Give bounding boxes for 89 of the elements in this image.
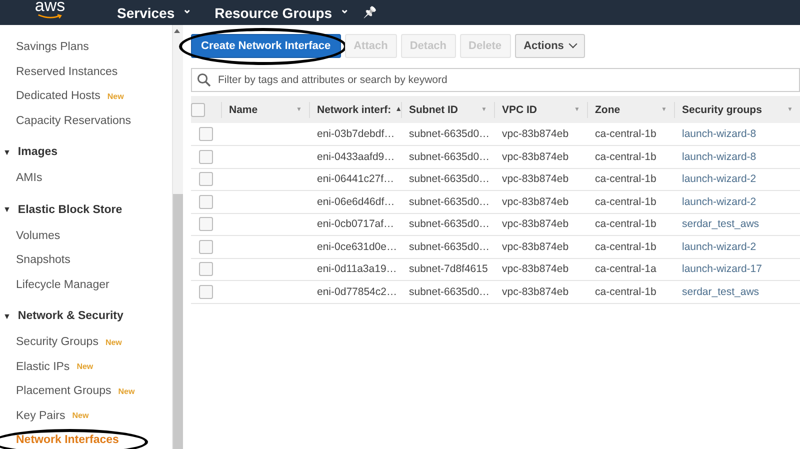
sidebar-item[interactable]: Volumes <box>16 230 60 242</box>
row-checkbox[interactable] <box>199 127 213 141</box>
sidebar-item[interactable]: AMIs <box>16 172 42 184</box>
security-group-link[interactable]: launch-wizard-2 <box>682 240 756 253</box>
sidebar-item[interactable]: Savings Plans <box>16 41 89 54</box>
table-cell: subnet-6635d0… <box>409 128 490 140</box>
column-header[interactable]: VPC ID <box>502 104 538 116</box>
search-field[interactable]: Filter by tags and attributes or search by keyword <box>191 68 800 92</box>
table-cell: vpc-83b874eb <box>502 286 569 298</box>
security-group-link[interactable]: serdar_test_aws <box>682 218 760 230</box>
new-label: New <box>72 411 89 420</box>
sidebar-item[interactable]: Placement Groups <box>16 385 112 398</box>
table-cell: ca-central-1b <box>595 240 656 253</box>
table-cell: ca-central-1b <box>595 173 656 186</box>
table-cell: vpc-83b874eb <box>502 173 569 186</box>
sidebar-item[interactable]: Capacity Reservations <box>16 114 132 127</box>
new-label: New <box>76 362 94 372</box>
nav-menu[interactable]: Resource Groups ⌄ <box>214 4 350 20</box>
table-cell: vpc-83b874eb <box>502 240 569 253</box>
table-cell: ca-central-1b <box>595 150 656 163</box>
table-cell: eni-03b7debdf… <box>317 128 395 140</box>
table-cell: eni-0cb0717af… <box>317 218 394 230</box>
toolbar-button[interactable]: Create Network Interface <box>191 34 341 58</box>
collapse-toggle[interactable]: ▼ <box>3 312 11 320</box>
security-group-link[interactable]: launch-wizard-2 <box>682 173 756 186</box>
table-cell: subnet-6635d0… <box>409 286 490 298</box>
table-cell: ca-central-1b <box>595 128 656 140</box>
sidebar-item[interactable]: Elastic IPs <box>16 360 70 373</box>
table-cell: eni-0d77854c2… <box>317 286 397 298</box>
table-cell: subnet-6635d0… <box>409 173 490 186</box>
table-cell: eni-06441c27f… <box>317 173 394 186</box>
collapse-toggle[interactable]: ▼ <box>3 148 11 156</box>
section-header[interactable]: Network & Security <box>18 310 124 322</box>
actions-button[interactable]: Actions <box>514 34 585 58</box>
aws-logo[interactable]: aws <box>34 0 66 14</box>
row-checkbox[interactable] <box>199 172 213 186</box>
table-cell: subnet-6635d0… <box>409 196 490 208</box>
smile-icon <box>37 14 63 19</box>
table-cell: subnet-6635d0… <box>409 240 490 253</box>
security-group-link[interactable]: serdar_test_aws <box>682 286 760 298</box>
scroll-up-icon[interactable] <box>174 29 180 33</box>
security-group-link[interactable]: launch-wizard-8 <box>682 128 756 140</box>
column-header[interactable]: Name <box>229 104 258 116</box>
row-checkbox[interactable] <box>199 262 213 276</box>
table-cell: vpc-83b874eb <box>502 263 569 276</box>
table-cell: subnet-7d8f4615 <box>409 263 488 276</box>
search-icon <box>197 73 211 87</box>
table-cell: subnet-6635d0… <box>409 150 490 163</box>
column-header[interactable]: Zone <box>595 104 620 116</box>
security-group-link[interactable]: launch-wizard-2 <box>682 196 756 208</box>
table-cell: ca-central-1b <box>595 218 656 230</box>
table-cell: ca-central-1a <box>595 263 656 276</box>
table-cell: eni-0d11a3a19… <box>317 263 397 276</box>
table-cell: eni-0ce631d0e… <box>317 240 397 253</box>
scrollbar[interactable] <box>173 25 183 449</box>
table-cell: vpc-83b874eb <box>502 218 569 230</box>
row-checkbox[interactable] <box>199 194 213 209</box>
table-cell: vpc-83b874eb <box>502 150 569 163</box>
row-checkbox[interactable] <box>199 284 213 299</box>
nav-menu[interactable]: Services ⌄ <box>117 4 192 20</box>
row-checkbox[interactable] <box>199 150 213 164</box>
security-group-link[interactable]: launch-wizard-17 <box>682 263 762 276</box>
sidebar-item[interactable]: Security Groups <box>16 336 98 348</box>
section-header[interactable]: Elastic Block Store <box>18 204 122 216</box>
column-header[interactable]: Network interf: <box>317 104 392 116</box>
security-group-link[interactable]: launch-wizard-8 <box>682 150 756 163</box>
table-cell: ca-central-1b <box>595 196 656 208</box>
column-header[interactable]: Security groups <box>682 104 762 116</box>
section-header[interactable]: Images <box>18 146 58 158</box>
sidebar-item[interactable]: Lifecycle Manager <box>16 278 110 291</box>
select-all-checkbox[interactable] <box>191 102 205 116</box>
collapse-toggle[interactable]: ▼ <box>3 205 11 214</box>
table-cell: subnet-6635d0… <box>409 218 490 230</box>
sidebar-item[interactable]: Dedicated Hosts <box>16 90 100 102</box>
row-checkbox[interactable] <box>199 240 213 254</box>
new-label: New <box>118 386 135 396</box>
new-label: New <box>107 92 124 101</box>
row-checkbox[interactable] <box>199 217 213 232</box>
table-cell: ca-central-1b <box>595 286 656 298</box>
sidebar-item[interactable]: Snapshots <box>16 254 70 266</box>
sidebar-item[interactable]: Key Pairs <box>16 410 66 422</box>
table-cell: eni-0433aafd9… <box>317 150 395 163</box>
table-cell: eni-06e6d46df… <box>317 196 395 208</box>
table-cell: vpc-83b874eb <box>502 196 569 208</box>
column-header[interactable]: Subnet ID <box>409 104 458 116</box>
pin-icon[interactable]: 📌 <box>363 6 378 19</box>
table-cell: vpc-83b874eb <box>502 128 569 140</box>
new-label: New <box>105 338 122 347</box>
sidebar-item[interactable]: Reserved Instances <box>16 66 118 78</box>
